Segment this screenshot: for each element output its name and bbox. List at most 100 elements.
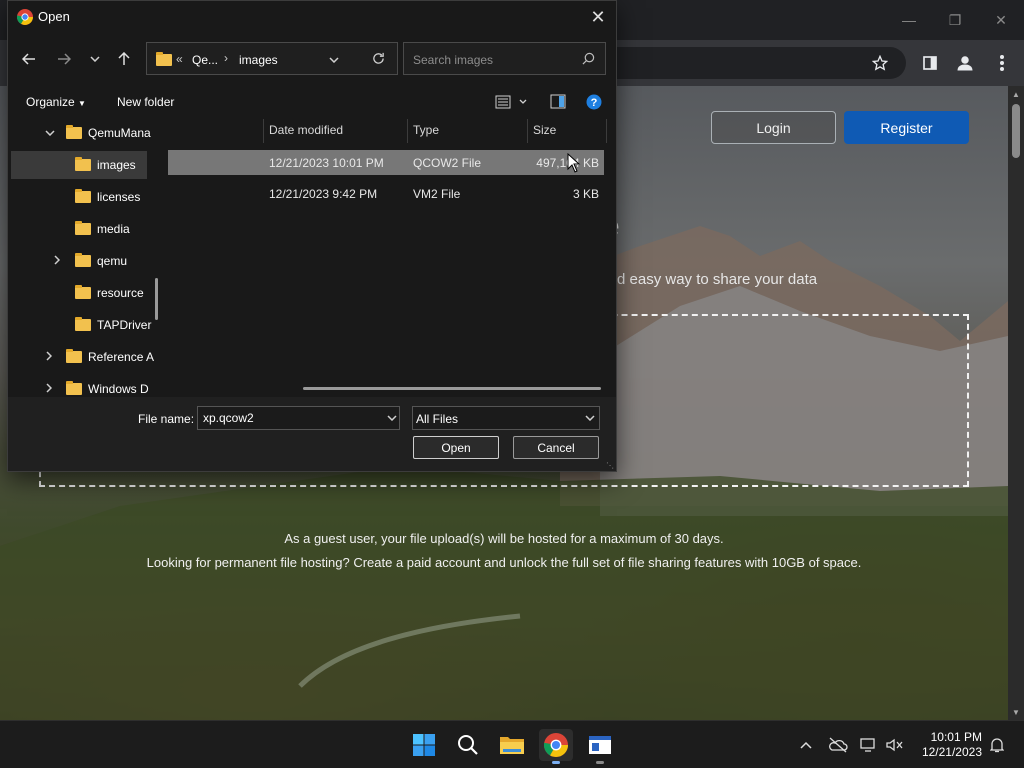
column-separator[interactable] [606,119,607,143]
file-type-filter-select[interactable]: All Files [412,406,600,430]
clock-time: 10:01 PM [930,730,982,744]
profile-icon[interactable] [951,49,979,77]
tree-item-resource[interactable]: resource [8,279,166,307]
tree-item-label: resource [97,286,144,300]
restore-icon[interactable]: ❐ [932,0,978,40]
notifications-bell-icon[interactable] [987,735,1007,755]
address-bar[interactable] [616,47,906,79]
chevron-down-icon: ▼ [78,99,86,108]
tree-item-label: licenses [97,190,141,204]
tree-item-licenses[interactable]: licenses [8,183,166,211]
tree-item-qemu[interactable]: qemu [8,247,166,275]
search-input[interactable]: Search images [403,42,606,75]
windows-start-icon[interactable] [407,729,441,761]
column-separator[interactable] [263,119,264,143]
address-dropdown-icon[interactable] [329,52,339,66]
back-arrow-icon[interactable] [17,47,41,71]
tree-item-reference-assemblies[interactable]: Reference A [8,343,166,371]
column-separator[interactable] [527,119,528,143]
network-icon[interactable] [859,735,879,755]
breadcrumb-item[interactable]: images [239,53,278,67]
tree-item-label: TAPDriver [97,318,152,332]
tree-item-qemumanager[interactable]: QemuMana [8,119,166,147]
file-list-horizontal-scrollbar[interactable] [303,387,601,390]
system-clock[interactable]: 10:01 PM 12/21/2023 [912,730,982,760]
active-app-indicator [552,761,560,764]
tree-item-media[interactable]: media [8,215,166,243]
cancel-button[interactable]: Cancel [513,436,599,459]
file-type: QCOW2 File [413,156,482,170]
page-scrollbar[interactable]: ▲ ▼ [1008,86,1024,720]
search-placeholder: Search images [413,53,494,67]
breadcrumb-overflow[interactable]: « [176,52,183,66]
file-explorer-icon[interactable] [495,729,529,761]
file-row-vm2[interactable]: 12/21/2023 9:42 PM VM2 File 3 KB [168,181,604,206]
more-menu-icon[interactable] [988,49,1016,77]
help-icon[interactable]: ? [586,94,602,113]
file-type-filter-value: All Files [416,412,459,426]
scroll-down-icon[interactable]: ▼ [1008,704,1024,720]
forward-arrow-icon[interactable] [52,47,76,71]
preview-pane-icon[interactable] [550,94,566,112]
search-icon[interactable] [451,729,485,761]
onedrive-offline-icon[interactable] [828,735,848,755]
dialog-footer: File name: All Files Open Cancel ⋱ [8,397,616,471]
scrollbar-thumb[interactable] [1012,104,1020,158]
search-icon [582,52,595,68]
close-icon[interactable]: ✕ [978,0,1024,40]
folder-icon [66,125,82,139]
running-app-indicator [596,761,604,764]
view-options-icon[interactable] [495,95,527,112]
side-panel-icon[interactable] [916,49,944,77]
resize-grip-icon[interactable]: ⋱ [606,461,614,470]
recent-locations-chevron-icon[interactable] [83,47,107,71]
chevron-down-icon [585,407,595,429]
tree-item-tapdriver[interactable]: TAPDriver [8,311,166,339]
svg-text:?: ? [591,97,598,109]
tree-item-windows-defender[interactable]: Windows D [8,375,166,397]
tree-item-images[interactable]: images [11,151,147,179]
tree-item-label: QemuMana [88,126,151,140]
column-header-size[interactable]: Size [533,123,556,137]
qemu-manager-icon[interactable] [583,729,617,764]
tree-item-label: media [97,222,130,236]
tree-item-label: Reference A [88,350,155,364]
folder-icon [66,349,82,363]
file-row-xp-qcow2[interactable]: 12/21/2023 10:01 PM QCOW2 File 497,104 K… [168,150,604,175]
open-button[interactable]: Open [413,436,499,459]
organize-button[interactable]: Organize ▼ [26,95,86,109]
login-button[interactable]: Login [711,111,836,144]
organize-label: Organize [26,95,75,109]
open-file-dialog: Open ✕ « Qe... › images Search images Or… [7,0,617,472]
folder-icon [75,285,91,299]
file-name-dropdown-icon[interactable] [384,406,400,430]
minimize-icon[interactable]: — [886,0,932,40]
close-icon[interactable]: ✕ [584,3,612,31]
show-hidden-icons-chevron-up-icon[interactable] [796,735,816,755]
chevron-down-icon[interactable] [45,128,55,139]
navigation-pane-scrollbar[interactable] [155,278,158,320]
breadcrumb-item[interactable]: Qe... [192,53,218,67]
file-name-input[interactable] [197,406,400,430]
dialog-title: Open [38,9,70,24]
new-folder-button[interactable]: New folder [117,95,174,109]
column-header-type[interactable]: Type [413,123,439,137]
taskbar: 10:01 PM 12/21/2023 [0,720,1024,768]
chrome-icon[interactable] [539,729,573,764]
file-list[interactable]: Date modified Type Size 12/21/2023 10:01… [168,117,608,397]
column-separator[interactable] [407,119,408,143]
navigation-pane[interactable]: QemuMana images licenses media qemu reso… [8,117,166,397]
up-arrow-icon[interactable] [112,47,136,71]
chevron-right-icon[interactable] [54,254,61,268]
column-header-date-modified[interactable]: Date modified [269,123,343,137]
register-button[interactable]: Register [844,111,969,144]
chevron-right-icon[interactable] [46,382,53,396]
breadcrumb[interactable]: « Qe... › images [146,42,398,75]
volume-muted-icon[interactable] [884,735,904,755]
chevron-right-icon[interactable] [46,350,53,364]
guest-notice-line-2: Looking for permanent file hosting? Crea… [146,555,862,570]
scroll-up-icon[interactable]: ▲ [1008,86,1024,102]
file-type: VM2 File [413,187,461,201]
star-icon[interactable] [866,49,894,77]
refresh-icon[interactable] [372,52,385,68]
